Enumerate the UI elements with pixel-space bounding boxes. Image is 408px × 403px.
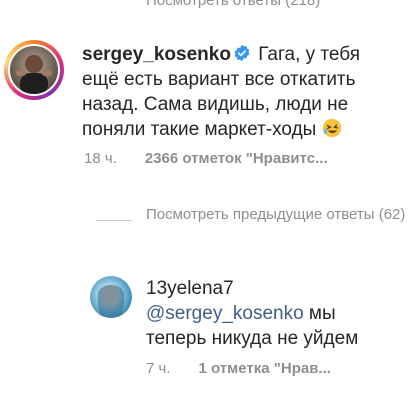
comment-username[interactable]: sergey_kosenko	[82, 44, 231, 65]
reply-meta: 7 ч. 1 отметка "Нрав...	[146, 360, 359, 377]
view-previous-replies-link[interactable]: Посмотреть предыдущие ответы (62)	[146, 205, 408, 225]
comment-body: sergey_kosenko Гага, у тебя ещё есть вар…	[82, 42, 400, 142]
view-replies-link[interactable]: Посмотреть ответы (218)	[146, 0, 320, 9]
comment-meta: 18 ч. 2366 отметок "Нравитс...	[84, 150, 356, 167]
reply-body: 13yelena7 @sergey_kosenko мы теперь нику…	[146, 276, 396, 351]
divider-line	[96, 220, 132, 221]
comment-time: 18 ч.	[84, 150, 117, 167]
reply-likes[interactable]: 1 отметка "Нрав...	[199, 360, 331, 377]
avatar-photo	[16, 55, 52, 94]
verified-badge-icon	[234, 44, 250, 62]
reply-time: 7 ч.	[146, 360, 171, 377]
avatar[interactable]	[8, 44, 60, 96]
rolling-on-floor-laughing-emoji	[322, 118, 341, 138]
reply-avatar-photo	[97, 285, 125, 318]
reply-username[interactable]: 13yelena7	[146, 278, 234, 299]
story-ring[interactable]	[4, 40, 64, 100]
comment-likes[interactable]: 2366 отметок "Нравитс...	[145, 150, 328, 167]
reply-avatar[interactable]	[90, 276, 132, 318]
reply-mention[interactable]: @sergey_kosenko	[146, 303, 304, 324]
